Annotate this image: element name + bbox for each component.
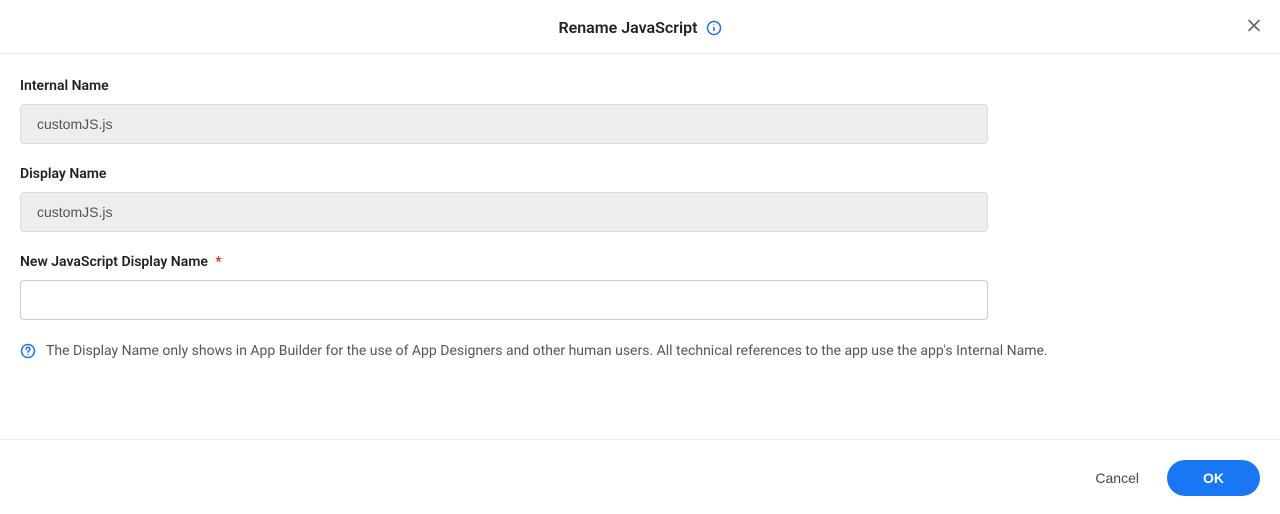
dialog-title: Rename JavaScript <box>558 18 697 37</box>
close-button[interactable] <box>1242 13 1266 40</box>
dialog-body: Internal Name Display Name New JavaScrip… <box>0 54 1280 439</box>
display-name-label: Display Name <box>20 166 1260 182</box>
help-icon <box>20 343 36 359</box>
internal-name-group: Internal Name <box>20 78 1260 144</box>
required-indicator: * <box>215 254 221 270</box>
new-display-name-input[interactable] <box>20 280 988 320</box>
ok-button[interactable]: OK <box>1167 460 1260 496</box>
info-icon[interactable] <box>706 20 722 36</box>
cancel-button[interactable]: Cancel <box>1087 462 1147 494</box>
internal-name-input <box>20 104 988 144</box>
dialog-footer: Cancel OK <box>0 439 1280 514</box>
display-name-input <box>20 192 988 232</box>
rename-dialog: Rename JavaScript Internal Name <box>0 0 1280 514</box>
display-name-group: Display Name <box>20 166 1260 232</box>
internal-name-label: Internal Name <box>20 78 1260 94</box>
help-text: The Display Name only shows in App Build… <box>46 342 1048 362</box>
new-display-name-group: New JavaScript Display Name * <box>20 254 1260 320</box>
new-display-name-label: New JavaScript Display Name * <box>20 254 1260 270</box>
dialog-title-row: Rename JavaScript <box>558 18 721 37</box>
dialog-header: Rename JavaScript <box>0 0 1280 54</box>
new-display-name-label-text: New JavaScript Display Name <box>20 254 208 270</box>
close-icon <box>1246 17 1262 36</box>
help-row: The Display Name only shows in App Build… <box>20 342 1260 362</box>
